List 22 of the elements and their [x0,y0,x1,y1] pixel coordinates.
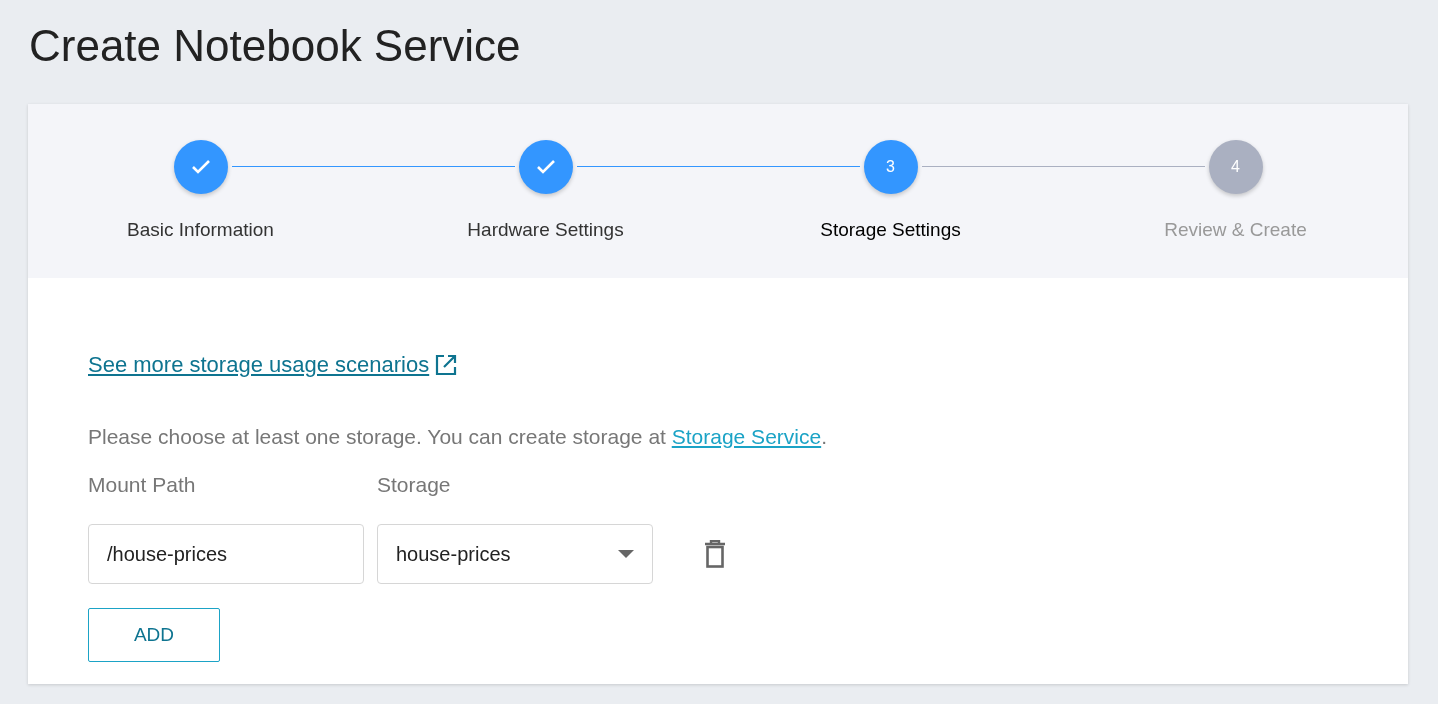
step-indicator[interactable] [518,140,573,194]
mount-path-field[interactable]: /house-prices [88,524,364,584]
select-value: house-prices [396,542,511,567]
add-button[interactable]: ADD [88,608,220,662]
storage-service-link[interactable]: Storage Service [671,425,822,448]
column-header: Storage [377,471,452,498]
column-header: Mount Path [88,471,197,498]
caret-icon [618,550,634,558]
step-indicator[interactable] [173,140,228,194]
step-indicator[interactable]: 3 [863,140,918,194]
step-label: Hardware Settings [467,218,624,242]
step-label: Basic Information [127,218,274,242]
scenarios-link[interactable]: See more storage usage scenarios [88,348,458,381]
storage-select[interactable]: house-prices [377,524,653,584]
trash-icon[interactable] [704,540,726,568]
step-label: Review & Create [1164,218,1307,242]
step-label: Storage Settings [820,218,961,242]
page-title: Create Notebook Service [29,20,522,72]
notice-text: Please choose at least one storage. You can create storage at Storage Service. [88,424,828,450]
check-icon [535,159,556,175]
check-icon [190,159,211,175]
external-link-icon [435,353,458,376]
